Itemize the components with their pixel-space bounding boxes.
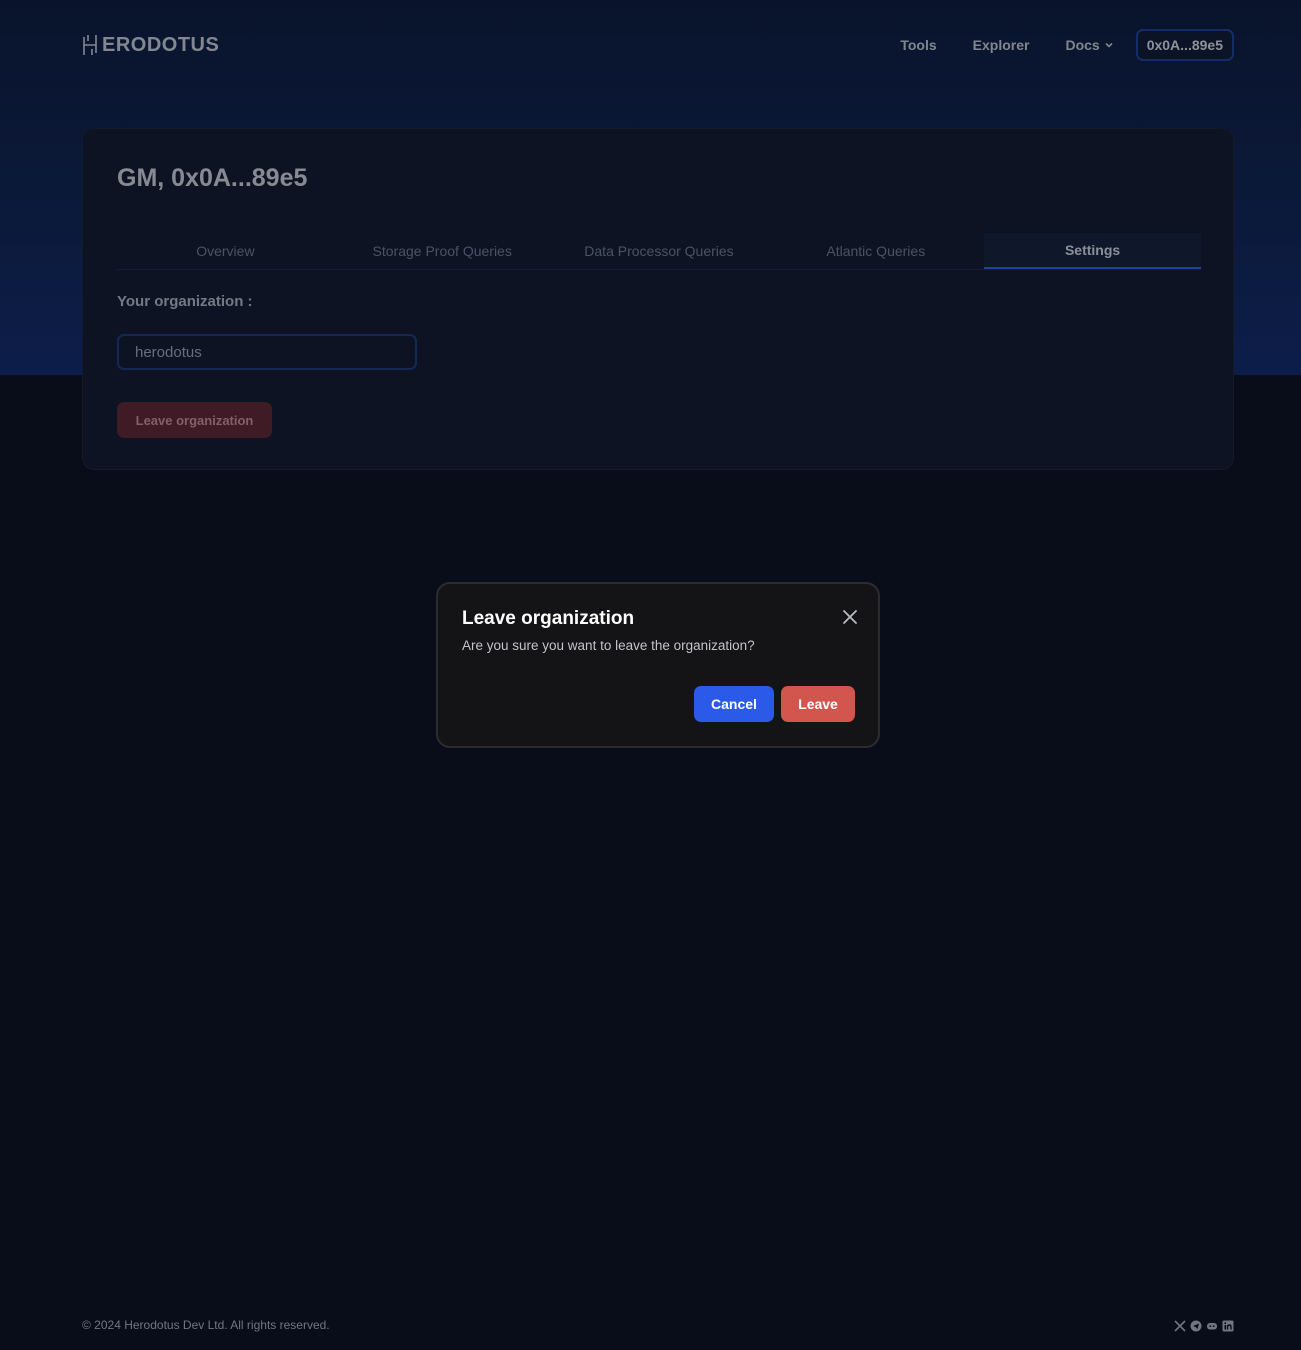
leave-button[interactable]: Leave	[781, 686, 855, 722]
dialog-message: Are you sure you want to leave the organ…	[462, 638, 755, 653]
dialog-title: Leave organization	[462, 608, 635, 629]
cancel-button[interactable]: Cancel	[694, 686, 774, 722]
leave-organization-dialog: Leave organization Are you sure you want…	[436, 582, 880, 748]
close-icon[interactable]	[841, 608, 859, 626]
page: ERODOTUS Tools Explorer Docs 0x0A...89e5…	[0, 0, 1301, 1350]
